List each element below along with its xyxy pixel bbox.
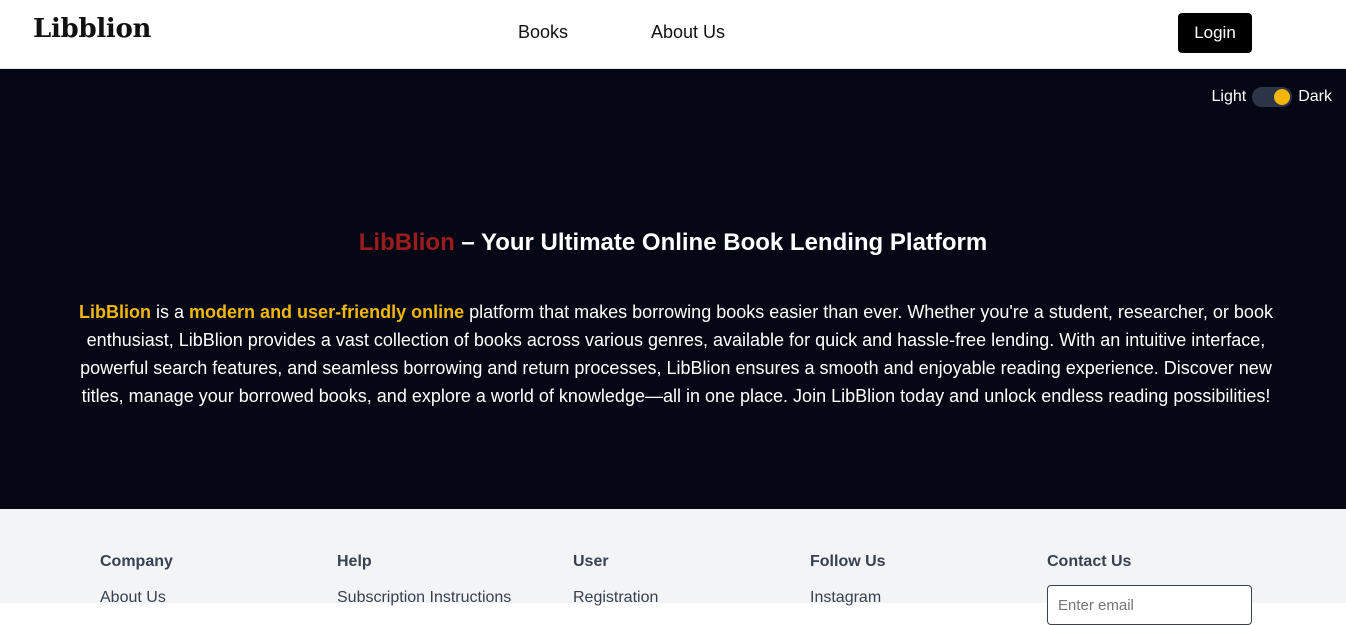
footer-heading-company: Company — [100, 553, 173, 570]
hero-title: LibBlion – Your Ultimate Online Book Len… — [0, 229, 1346, 257]
theme-switch-knob — [1274, 89, 1291, 105]
footer-heading-contact-us: Contact Us — [1047, 553, 1132, 570]
footer-heading-user: User — [573, 553, 609, 570]
theme-toggle: Light Dark — [1212, 87, 1332, 107]
hero-desc-highlight: modern and user-friendly online — [189, 302, 465, 322]
hero-title-text: – Your Ultimate Online Book Lending Plat… — [454, 229, 988, 256]
footer-link-subscription-instructions[interactable]: Subscription Instructions — [337, 589, 511, 607]
footer-link-about-us[interactable]: About Us — [100, 589, 173, 607]
hero-section: Light Dark LibBlion – Your Ultimate Onli… — [0, 69, 1346, 509]
nav-link-about-us[interactable]: About Us — [651, 22, 725, 43]
hero-desc-brand: LibBlion — [79, 302, 152, 322]
hero-title-brand: LibBlion — [358, 229, 455, 256]
footer-heading-follow-us: Follow Us — [810, 553, 886, 570]
footer-column-company: Company About Us — [100, 553, 173, 607]
footer-email-input[interactable] — [1047, 585, 1252, 625]
footer-link-registration[interactable]: Registration — [573, 589, 658, 607]
hero-desc-is-a: is a — [151, 302, 190, 322]
footer-column-help: Help Subscription Instructions — [337, 553, 511, 607]
site-footer: Company About Us Help Subscription Instr… — [0, 509, 1346, 625]
footer-heading-help: Help — [337, 553, 372, 570]
theme-dark-label: Dark — [1298, 88, 1332, 105]
nav-link-books[interactable]: Books — [518, 22, 568, 43]
theme-switch[interactable] — [1252, 87, 1293, 107]
site-logo[interactable]: Libblion — [33, 14, 151, 44]
top-navbar: Libblion Books About Us Login — [0, 0, 1346, 69]
footer-link-instagram[interactable]: Instagram — [810, 589, 886, 607]
footer-column-user: User Registration — [573, 553, 658, 607]
footer-column-follow-us: Follow Us Instagram — [810, 553, 886, 607]
login-button[interactable]: Login — [1178, 13, 1252, 53]
footer-column-contact-us: Contact Us — [1047, 553, 1252, 625]
hero-description: LibBlion is a modern and user-friendly o… — [70, 298, 1282, 410]
theme-light-label: Light — [1211, 88, 1247, 105]
